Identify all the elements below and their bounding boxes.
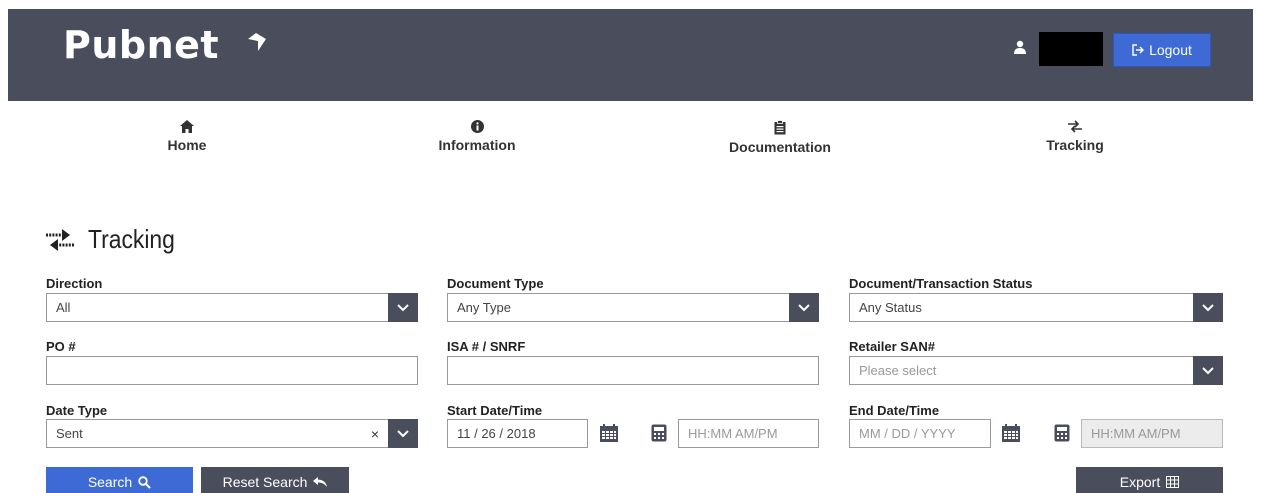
po-label: PO # (46, 339, 76, 354)
end-date-placeholder: MM / DD / YYYY (859, 426, 956, 441)
top-header: Pubnet Logout (8, 9, 1253, 101)
document-type-dropdown-button[interactable] (789, 293, 819, 322)
nav-label-information: Information (438, 137, 516, 153)
info-icon (470, 120, 484, 133)
export-button[interactable]: Export (1076, 467, 1223, 493)
direction-value: All (56, 300, 71, 315)
end-date-input[interactable]: MM / DD / YYYY (849, 419, 991, 448)
po-input[interactable] (46, 356, 418, 385)
nav-home[interactable]: Home (160, 120, 214, 153)
reset-search-button[interactable]: Reset Search (201, 467, 349, 493)
direction-select[interactable]: All (46, 293, 418, 322)
search-icon (138, 475, 151, 489)
calendar-icon[interactable] (1001, 424, 1021, 442)
retailer-san-label: Retailer SAN# (849, 339, 935, 354)
nav-information[interactable]: Information (432, 120, 522, 153)
status-value: Any Status (859, 300, 922, 315)
start-time-placeholder: HH:MM AM/PM (688, 426, 778, 441)
chevron-down-icon (397, 303, 409, 311)
isa-input[interactable] (447, 356, 819, 385)
page-title-text: Tracking (88, 224, 175, 254)
nav-tracking[interactable]: Tracking (1043, 120, 1107, 153)
end-time-input[interactable]: HH:MM AM/PM (1081, 419, 1223, 448)
export-label: Export (1119, 474, 1161, 490)
pubnet-logo[interactable]: Pubnet (63, 23, 219, 67)
clipboard-icon (774, 120, 786, 135)
end-date-label: End Date/Time (849, 403, 940, 418)
sign-out-icon (1132, 44, 1145, 56)
calendar-icon[interactable] (599, 424, 619, 442)
exchange-icon (1068, 120, 1082, 133)
direction-dropdown-button[interactable] (388, 293, 418, 322)
status-select[interactable]: Any Status (849, 293, 1223, 322)
reply-arrow-icon (313, 477, 328, 487)
search-label: Search (87, 474, 133, 490)
date-type-dropdown-button[interactable] (388, 419, 418, 448)
isa-label: ISA # / SNRF (447, 339, 526, 354)
clock-picker-icon[interactable] (1054, 424, 1070, 442)
date-type-value: Sent (56, 426, 83, 441)
retailer-san-dropdown-button[interactable] (1193, 356, 1223, 385)
nav-documentation[interactable]: Documentation (725, 120, 835, 155)
logout-label: Logout (1149, 42, 1192, 58)
direction-label: Direction (46, 276, 103, 291)
start-date-input[interactable]: 11 / 26 / 2018 (447, 419, 588, 448)
chevron-down-icon (798, 303, 810, 311)
end-time-placeholder: HH:MM AM/PM (1091, 426, 1181, 441)
clock-picker-icon[interactable] (651, 424, 667, 442)
chevron-down-icon (1202, 366, 1214, 374)
start-date-value: 11 / 26 / 2018 (457, 426, 536, 441)
status-label: Document/Transaction Status (849, 276, 1033, 291)
user-icon (1014, 40, 1026, 54)
home-icon (180, 120, 194, 133)
retailer-san-placeholder: Please select (859, 363, 937, 378)
reset-search-label: Reset Search (222, 474, 308, 490)
date-type-select[interactable]: Sent × (46, 419, 418, 448)
page-title: Tracking (46, 224, 187, 255)
document-type-select[interactable]: Any Type (447, 293, 819, 322)
start-date-label: Start Date/Time (447, 403, 543, 418)
nav-label-home: Home (167, 137, 207, 153)
search-button[interactable]: Search (46, 467, 193, 493)
start-time-input[interactable]: HH:MM AM/PM (678, 419, 819, 448)
document-type-label: Document Type (447, 276, 544, 291)
logo-mark-icon (248, 33, 266, 51)
nav-label-tracking: Tracking (1046, 137, 1104, 153)
username-redacted (1039, 32, 1103, 66)
table-icon (1166, 476, 1180, 488)
exchange-icon (46, 228, 74, 251)
status-dropdown-button[interactable] (1193, 293, 1223, 322)
nav-label-documentation: Documentation (729, 139, 831, 155)
retailer-san-select[interactable]: Please select (849, 356, 1223, 385)
logout-button[interactable]: Logout (1113, 33, 1211, 67)
document-type-value: Any Type (457, 300, 511, 315)
clear-date-type-button[interactable]: × (371, 426, 379, 442)
chevron-down-icon (1202, 303, 1214, 311)
date-type-label: Date Type (46, 403, 108, 418)
chevron-down-icon (397, 429, 409, 437)
